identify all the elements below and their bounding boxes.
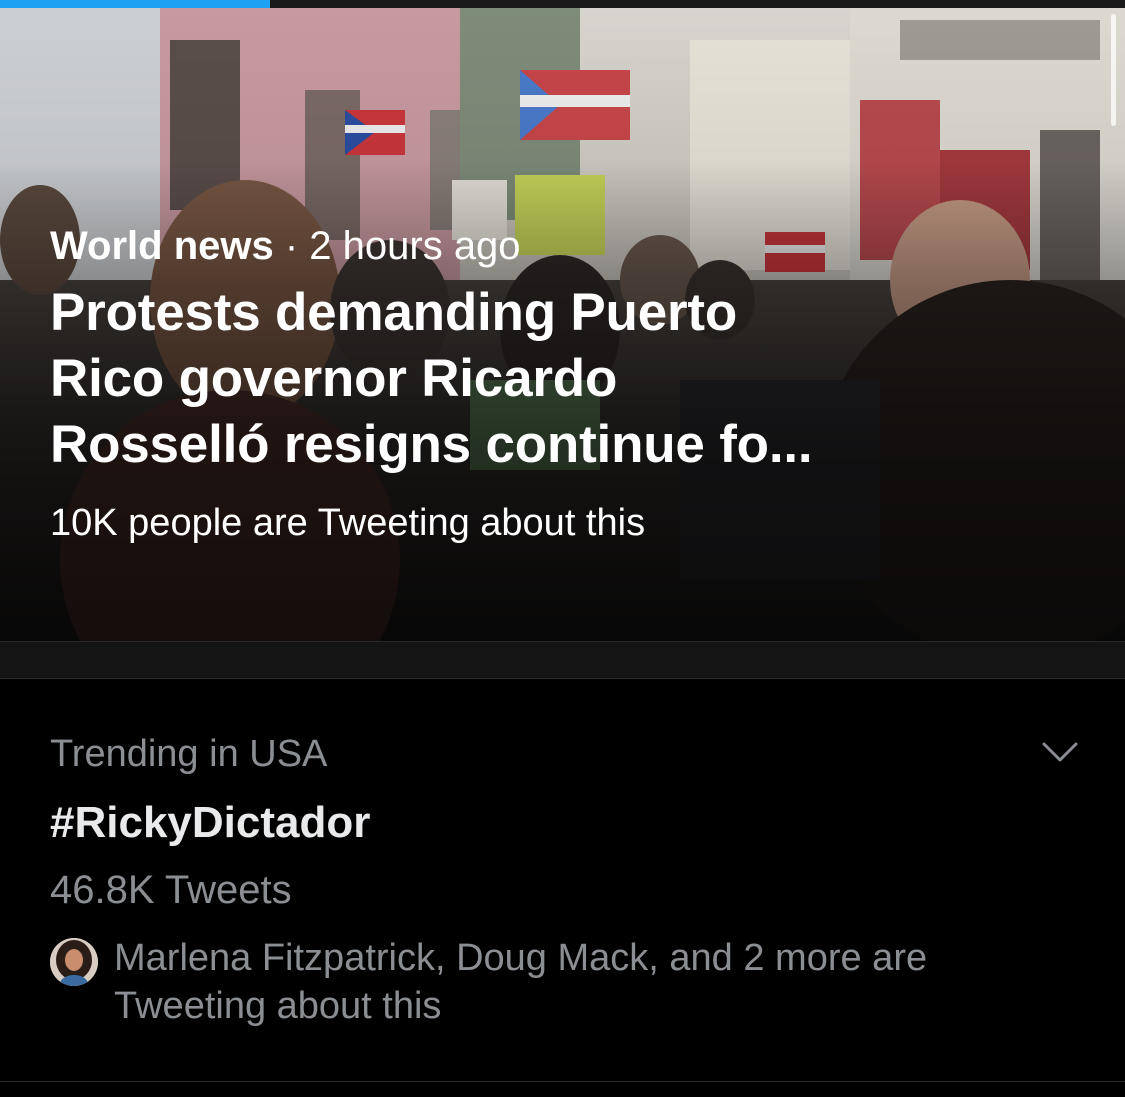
trend-context: Trending in USA — [50, 733, 328, 775]
video-progress-fill — [0, 0, 270, 8]
scrollbar[interactable] — [1111, 14, 1116, 126]
social-proof-line: Tweeting about this — [114, 985, 442, 1027]
news-story-card[interactable]: World news · 2 hours ago Protests demand… — [0, 0, 1125, 641]
social-proof-text: Marlena Fitzpatrick, Doug Mack, and 2 mo… — [114, 934, 1104, 1030]
bottom-divider — [0, 1081, 1125, 1082]
video-progress-track[interactable] — [0, 0, 1125, 8]
story-text-block: World news · 2 hours ago Protests demand… — [50, 222, 1070, 546]
story-timestamp: 2 hours ago — [309, 224, 521, 268]
social-proof-line: Marlena Fitzpatrick, Doug Mack, and 2 mo… — [114, 937, 928, 979]
trend-hashtag[interactable]: #RickyDictador — [50, 797, 370, 849]
section-divider — [0, 641, 1125, 679]
trend-tweet-count: 46.8K Tweets — [50, 868, 292, 912]
chevron-down-icon[interactable] — [1040, 740, 1080, 764]
story-tweet-count: 10K people are Tweeting about this — [50, 502, 646, 544]
headline-line: Rosselló resigns continue fo... — [50, 415, 813, 474]
story-category: World news — [50, 224, 274, 268]
headline-line: Rico governor Ricardo — [50, 349, 618, 408]
story-meta: World news · 2 hours ago — [50, 222, 1070, 270]
story-separator: · — [273, 224, 310, 268]
avatar — [50, 938, 98, 986]
trend-item[interactable]: Trending in USA #RickyDictador 46.8K Twe… — [0, 680, 1125, 1080]
headline-line: Protests demanding Puerto — [50, 283, 738, 342]
story-headline[interactable]: Protests demanding Puerto Rico governor … — [50, 280, 1070, 478]
